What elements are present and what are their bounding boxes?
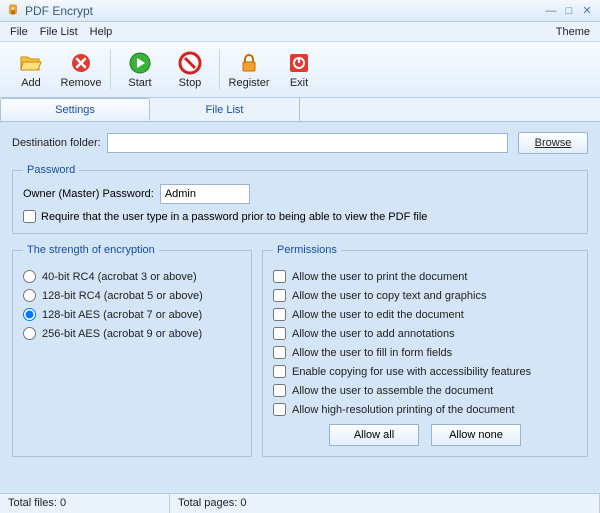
register-button[interactable]: Register (224, 45, 274, 95)
strength-option-0[interactable]: 40-bit RC4 (acrobat 3 or above) (23, 270, 241, 283)
perm-print[interactable]: Allow the user to print the document (273, 270, 577, 283)
menu-help[interactable]: Help (84, 24, 119, 40)
perm-accessibility[interactable]: Enable copying for use with accessibilit… (273, 365, 577, 378)
stop-icon (178, 51, 202, 75)
perm-assemble[interactable]: Allow the user to assemble the document (273, 384, 577, 397)
app-title: PDF Encrypt (25, 4, 540, 18)
power-icon (287, 51, 311, 75)
lock-icon (237, 51, 261, 75)
password-group: Password Owner (Master) Password: Requir… (12, 164, 588, 234)
menu-file[interactable]: File (4, 24, 34, 40)
start-button[interactable]: Start (115, 45, 165, 95)
owner-password-label: Owner (Master) Password: (23, 188, 154, 200)
perm-formfields[interactable]: Allow the user to fill in form fields (273, 346, 577, 359)
maximize-button[interactable]: □ (562, 4, 576, 18)
delete-icon (69, 51, 93, 75)
strength-legend: The strength of encryption (23, 244, 159, 256)
menu-theme[interactable]: Theme (550, 24, 596, 40)
allow-all-button[interactable]: Allow all (329, 424, 419, 446)
exit-button[interactable]: Exit (274, 45, 324, 95)
app-icon (6, 4, 20, 18)
allow-none-button[interactable]: Allow none (431, 424, 521, 446)
require-password-checkbox[interactable]: Require that the user type in a password… (23, 210, 577, 223)
tab-bar: Settings File List (0, 98, 600, 122)
play-icon (128, 51, 152, 75)
encryption-strength-group: The strength of encryption 40-bit RC4 (a… (12, 244, 252, 457)
perm-copy[interactable]: Allow the user to copy text and graphics (273, 289, 577, 302)
menu-filelist[interactable]: File List (34, 24, 84, 40)
toolbar-separator (110, 50, 111, 90)
password-legend: Password (23, 164, 79, 176)
perm-edit[interactable]: Allow the user to edit the document (273, 308, 577, 321)
strength-option-1[interactable]: 128-bit RC4 (acrobat 5 or above) (23, 289, 241, 302)
browse-button[interactable]: Browse (518, 132, 588, 154)
strength-option-2[interactable]: 128-bit AES (acrobat 7 or above) (23, 308, 241, 321)
status-bar: Total files: 0 Total pages: 0 (0, 493, 600, 513)
settings-panel: Destination folder: Browse Password Owne… (0, 122, 600, 467)
folder-open-icon (19, 51, 43, 75)
perm-annotations[interactable]: Allow the user to add annotations (273, 327, 577, 340)
destination-input[interactable] (107, 133, 508, 153)
tab-filelist[interactable]: File List (150, 98, 300, 121)
minimize-button[interactable]: — (544, 4, 558, 18)
close-button[interactable]: ✕ (580, 4, 594, 18)
permissions-group: Permissions Allow the user to print the … (262, 244, 588, 457)
remove-button[interactable]: Remove (56, 45, 106, 95)
add-button[interactable]: Add (6, 45, 56, 95)
title-bar: PDF Encrypt — □ ✕ (0, 0, 600, 22)
strength-option-3[interactable]: 256-bit AES (acrobat 9 or above) (23, 327, 241, 340)
perm-highres-print[interactable]: Allow high-resolution printing of the do… (273, 403, 577, 416)
permissions-legend: Permissions (273, 244, 341, 256)
toolbar-separator (219, 50, 220, 90)
toolbar: Add Remove Start Stop Register Exit (0, 42, 600, 98)
stop-button[interactable]: Stop (165, 45, 215, 95)
owner-password-input[interactable] (160, 184, 250, 204)
status-total-files: Total files: 0 (0, 494, 170, 513)
destination-label: Destination folder: (12, 137, 101, 149)
tab-settings[interactable]: Settings (0, 98, 150, 121)
menu-bar: File File List Help Theme (0, 22, 600, 42)
destination-row: Destination folder: Browse (12, 132, 588, 154)
status-total-pages: Total pages: 0 (170, 494, 600, 513)
